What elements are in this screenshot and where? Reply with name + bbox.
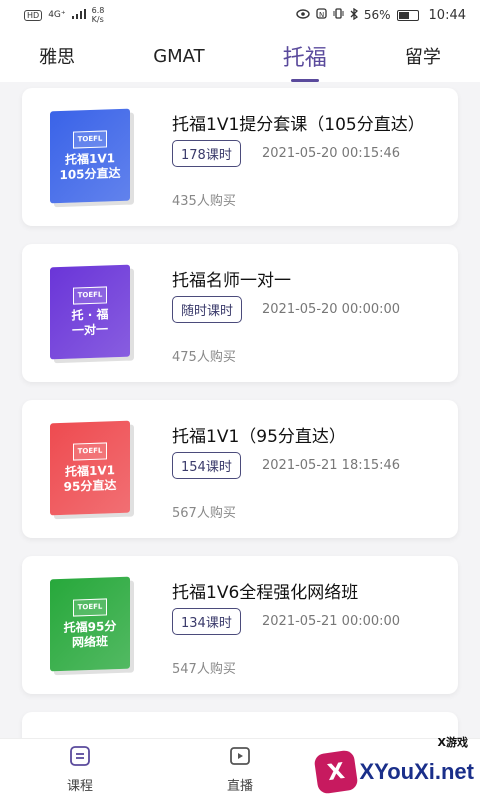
watermark-logo: X xyxy=(312,749,359,795)
cover-line2: 95分直达 xyxy=(63,477,117,494)
cover-tag: TOEFL xyxy=(72,129,108,149)
course-cover-image: TOEFL 托福1V1 95分直达 xyxy=(50,420,130,516)
battery-icon xyxy=(396,9,419,21)
course-card[interactable]: TOEFL 托福95分 网络班 托福1V6全程强化网络班 134课时 2021-… xyxy=(22,556,458,694)
course-date: 2021-05-20 00:15:46 xyxy=(262,146,401,161)
bluetooth-icon xyxy=(350,7,358,23)
nav-live-label: 直播 xyxy=(226,779,253,794)
nfc-icon: N xyxy=(316,8,327,22)
nav-course[interactable]: 课程 xyxy=(20,745,140,794)
course-date: 2021-05-21 00:00:00 xyxy=(262,614,401,629)
cover-line2: 网络班 xyxy=(71,633,108,650)
status-right: N 56% 10:44 xyxy=(296,7,466,23)
course-date: 2021-05-21 18:15:46 xyxy=(262,458,401,473)
watermark-sub: X游戏 xyxy=(437,736,468,749)
tab-ielts[interactable]: 雅思 xyxy=(39,43,75,69)
network-speed: 6.8 K/s xyxy=(91,6,105,24)
nav-live[interactable]: 直播 xyxy=(180,745,300,794)
nav-course-label: 课程 xyxy=(66,779,93,794)
clock: 10:44 xyxy=(428,7,466,23)
course-title: 托福1V1（95分直达） xyxy=(172,427,346,447)
site-watermark: X游戏 X XYouXi.net xyxy=(312,736,475,795)
course-card[interactable]: TOEFL 托 · 福 一对一 托福名师一对一 随时课时 2021-05-20 … xyxy=(22,244,458,382)
course-buyers: 547人购买 xyxy=(172,662,236,677)
cover-line2: 一对一 xyxy=(71,321,108,338)
signal-bars-icon xyxy=(71,8,86,22)
status-left: HD 4G⁺ 6.8 K/s xyxy=(24,6,114,24)
signal-indicator: 4G⁺ xyxy=(48,10,66,20)
tab-study-abroad[interactable]: 留学 xyxy=(405,43,441,69)
course-hours-badge: 154课时 xyxy=(172,452,241,479)
tab-gmat[interactable]: GMAT xyxy=(153,46,204,67)
live-icon xyxy=(229,745,251,771)
course-cover-image: TOEFL 托福95分 网络班 xyxy=(50,576,130,672)
watermark-brand: XYouXi.net xyxy=(359,759,475,784)
course-cover-image: TOEFL 托福1V1 105分直达 xyxy=(50,108,130,204)
course-title: 托福1V1提分套课（105分直达） xyxy=(172,115,425,135)
network-badge: HD xyxy=(24,9,43,21)
vibrate-icon xyxy=(333,8,344,22)
svg-text:N: N xyxy=(319,11,324,19)
course-buyers: 435人购买 xyxy=(172,194,236,209)
course-buyers: 567人购买 xyxy=(172,506,236,521)
cover-tag: TOEFL xyxy=(72,597,108,617)
course-cover-image: TOEFL 托 · 福 一对一 xyxy=(50,264,130,360)
cover-tag: TOEFL xyxy=(72,441,108,461)
status-bar: HD 4G⁺ 6.8 K/s N 56% 10:44 xyxy=(0,0,480,30)
course-buyers: 475人购买 xyxy=(172,350,236,365)
cover-line1: 托福95分 xyxy=(63,618,117,635)
course-title: 托福1V6全程强化网络班 xyxy=(172,583,359,603)
tab-toefl[interactable]: 托福 xyxy=(283,40,327,72)
cover-line1: 托 · 福 xyxy=(71,306,109,323)
category-tabs: 雅思 GMAT 托福 留学 xyxy=(0,30,480,82)
cover-tag: TOEFL xyxy=(72,285,108,305)
battery-percent: 56% xyxy=(363,8,391,22)
cover-line2: 105分直达 xyxy=(59,165,121,182)
course-card[interactable]: TOEFL 托福1V1 95分直达 托福1V1（95分直达） 154课时 202… xyxy=(22,400,458,538)
eye-icon xyxy=(296,8,310,22)
course-hours-badge: 178课时 xyxy=(172,140,241,167)
course-date: 2021-05-20 00:00:00 xyxy=(262,302,401,317)
course-hours-badge: 134课时 xyxy=(172,608,241,635)
course-card[interactable]: TOEFL 托福1V1 105分直达 托福1V1提分套课（105分直达） 178… xyxy=(22,88,458,226)
course-hours-badge: 随时课时 xyxy=(172,296,243,323)
course-icon xyxy=(69,745,91,771)
course-title: 托福名师一对一 xyxy=(172,271,291,291)
